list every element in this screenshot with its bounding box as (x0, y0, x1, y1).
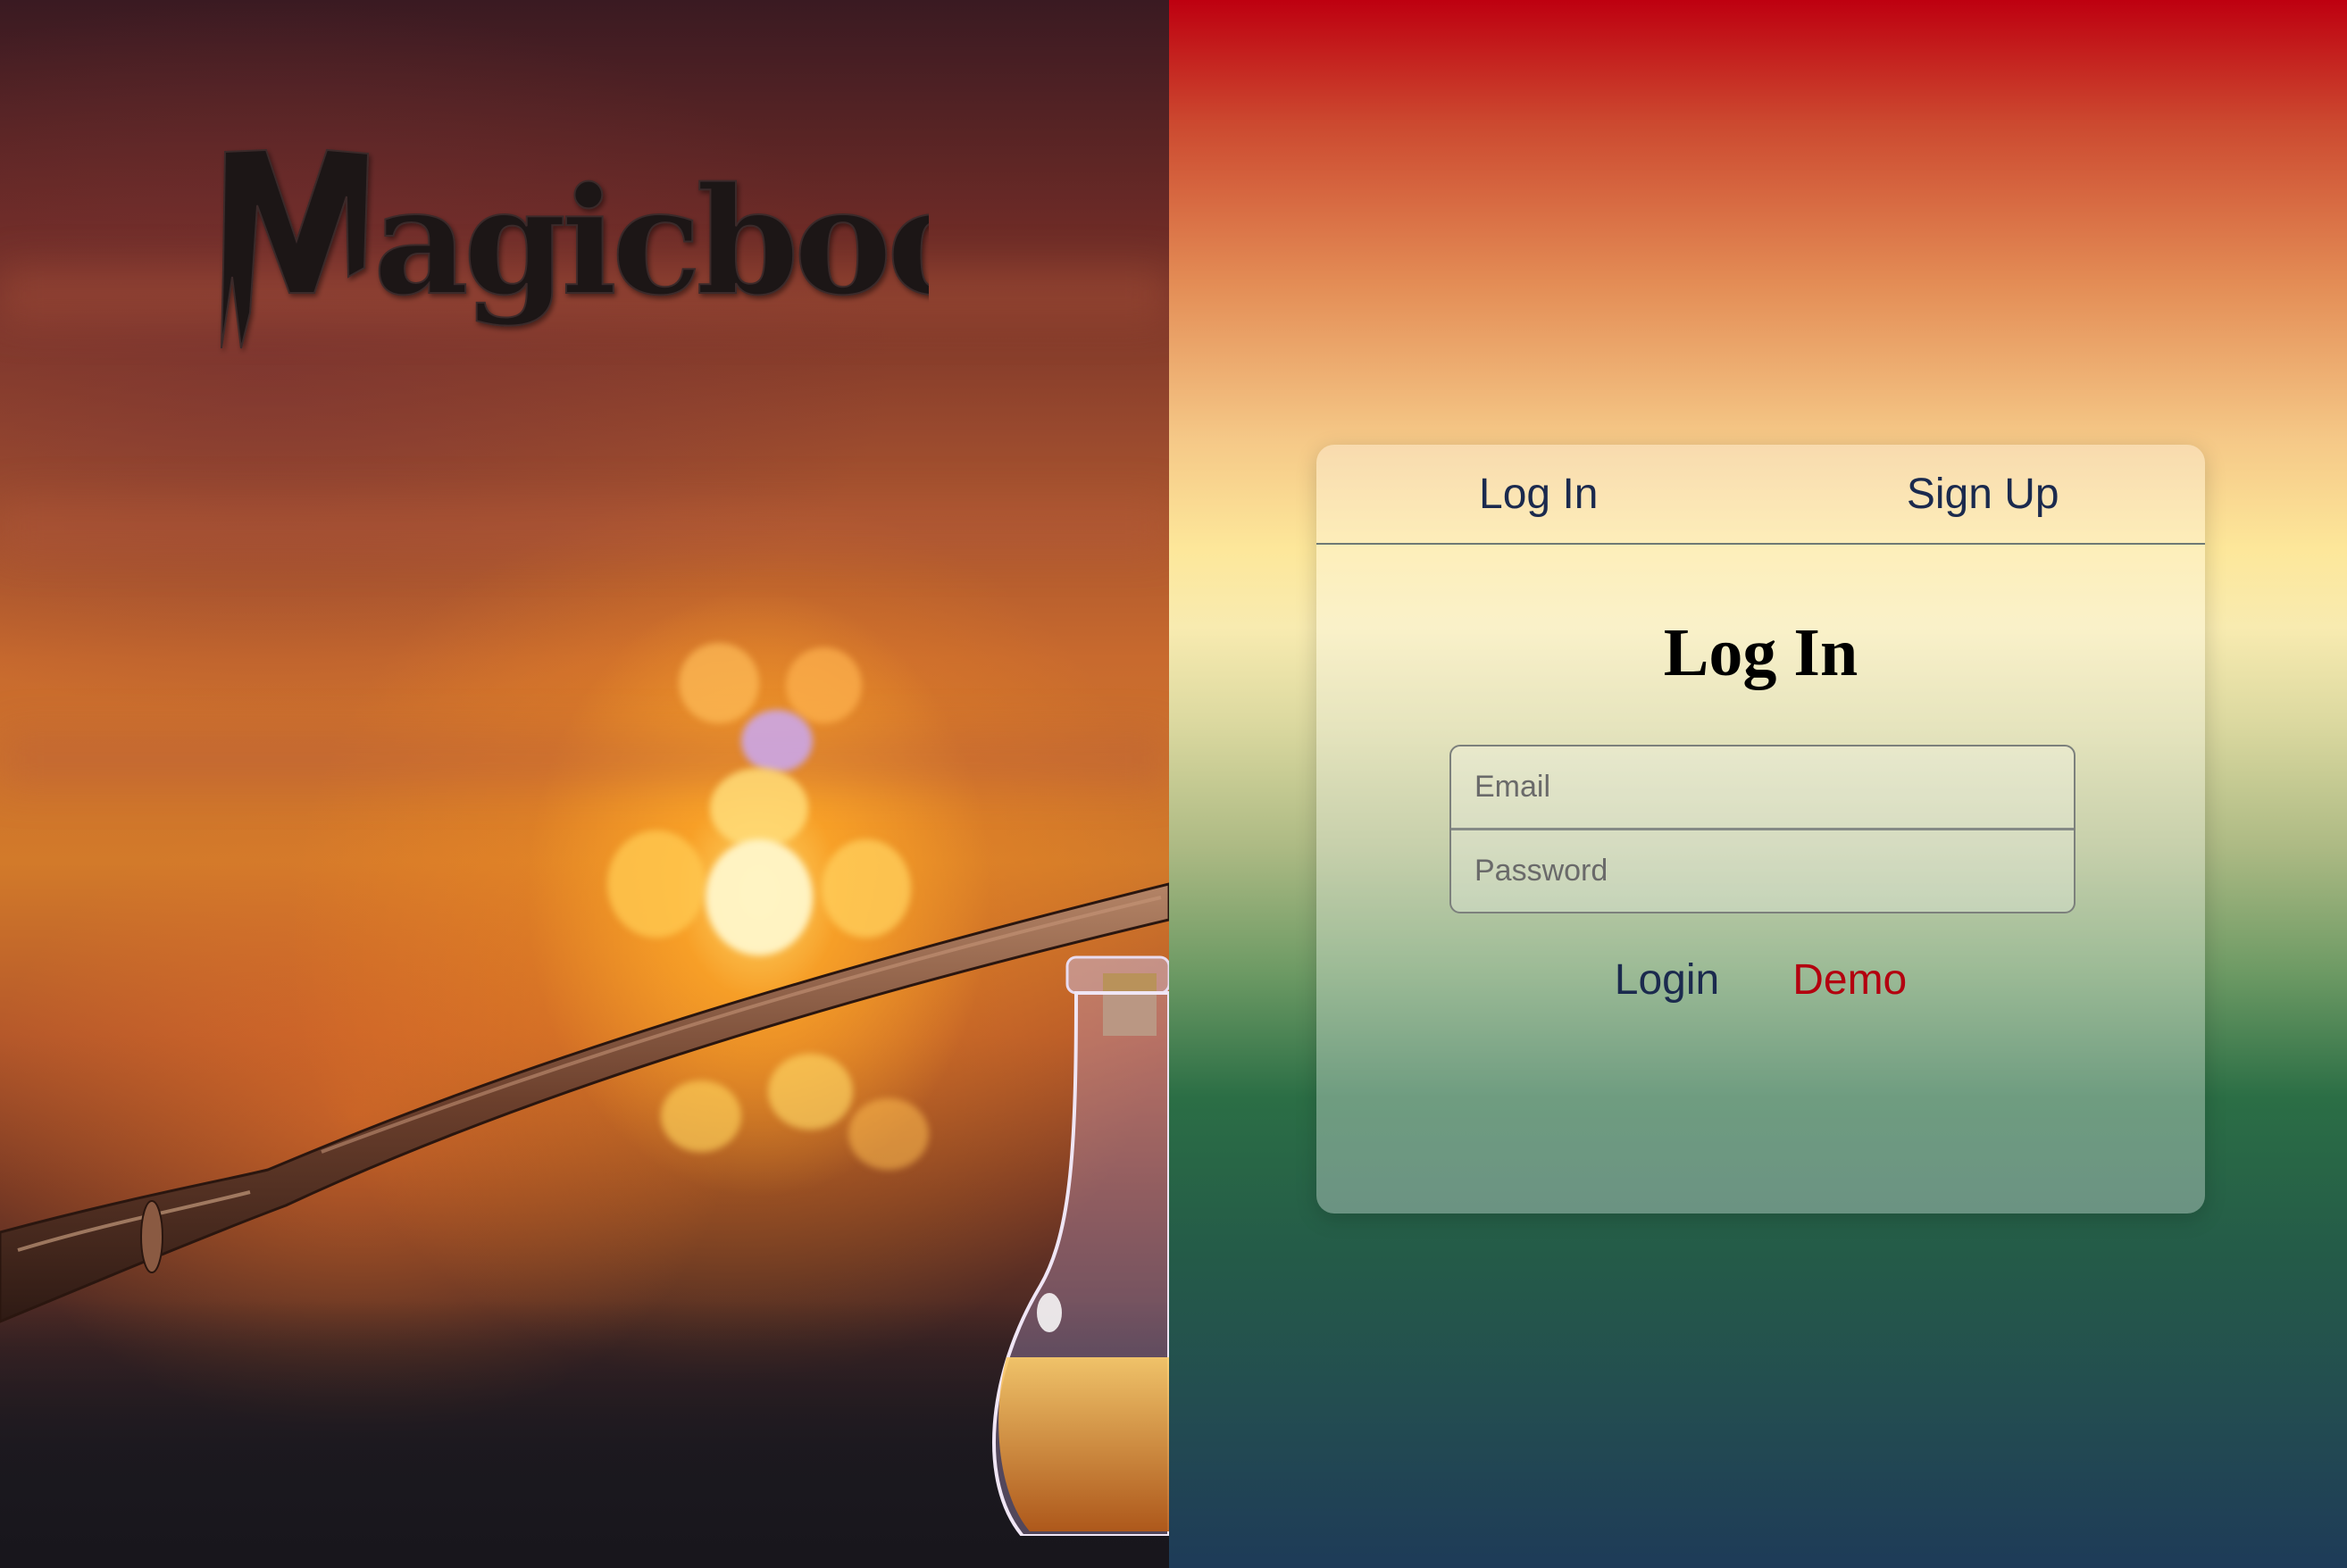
bokeh-light (679, 643, 759, 723)
demo-button[interactable]: Demo (1792, 955, 1907, 1005)
bokeh-light (741, 710, 813, 772)
potion-bottle (992, 955, 1169, 1536)
blurred-shelf (0, 500, 1169, 554)
credentials-fieldset (1449, 745, 2076, 913)
svg-text:agicbook: agicbook (373, 154, 929, 328)
bokeh-light (710, 768, 808, 848)
tab-log-in[interactable]: Log In (1316, 445, 1761, 543)
login-page: agicbook (0, 0, 2347, 1568)
blurred-shelf (0, 732, 1169, 786)
form-title: Log In (1663, 615, 1858, 690)
auth-card: Log In Sign Up Log In Login Demo (1316, 445, 2205, 1214)
tab-sign-up[interactable]: Sign Up (1761, 445, 2206, 543)
auth-panel: Log In Sign Up Log In Login Demo (1169, 0, 2347, 1568)
email-field[interactable] (1451, 746, 2074, 828)
bokeh-light (786, 647, 862, 723)
password-field[interactable] (1451, 830, 2074, 912)
form-actions: Login Demo (1316, 955, 2205, 1005)
auth-tabs: Log In Sign Up (1316, 445, 2205, 545)
hero-image-panel: agicbook (0, 0, 1169, 1568)
magicbook-logo: agicbook (221, 148, 929, 349)
login-button[interactable]: Login (1615, 955, 1719, 1005)
